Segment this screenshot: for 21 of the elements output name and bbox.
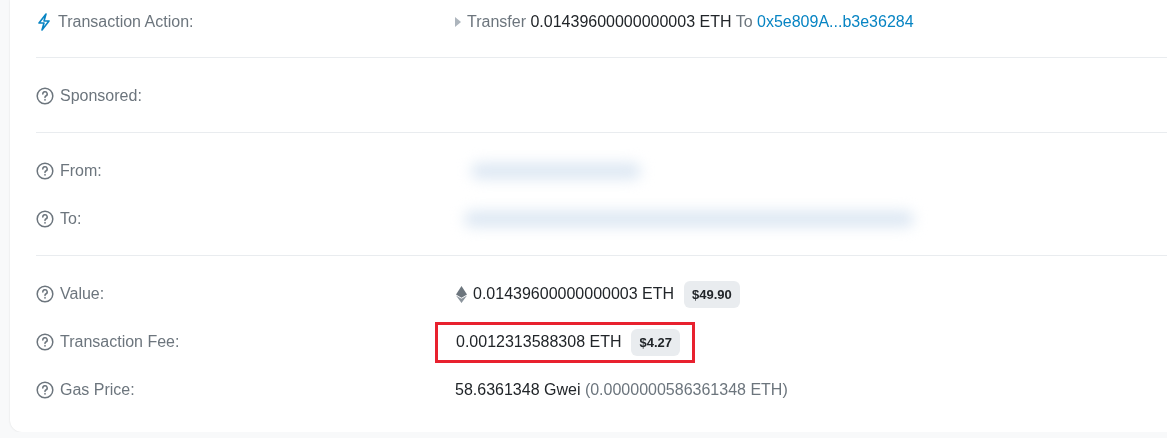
usd-value: $49.90 xyxy=(684,280,740,308)
action-text: Transfer 0.01439600000000003 ETH To 0x5e809A...b3e36284 xyxy=(467,13,914,31)
help-icon[interactable] xyxy=(36,285,54,303)
amount-text: 0.01439600000000003 ETH xyxy=(473,285,675,303)
gas-price-text: 58.6361348 Gwei (0.0000000586361348 ETH) xyxy=(455,381,788,399)
field-label: Transaction Fee: xyxy=(60,333,180,351)
help-icon[interactable] xyxy=(36,210,54,228)
help-icon[interactable] xyxy=(36,381,54,399)
field-label: Gas Price: xyxy=(60,381,135,399)
field-label: From: xyxy=(60,162,102,180)
help-icon[interactable] xyxy=(36,333,54,351)
lightning-icon xyxy=(36,13,52,31)
field-label: To: xyxy=(60,210,82,228)
address-link[interactable]: 0x5e809A...b3e36284 xyxy=(757,13,914,30)
usd-value: $4.27 xyxy=(631,328,680,356)
field-label: Transaction Action: xyxy=(58,13,194,31)
amount-text: 0.0012313588308 ETH xyxy=(456,333,622,351)
field-label: Value: xyxy=(60,285,105,303)
help-icon[interactable] xyxy=(36,162,54,180)
field-label: Sponsored: xyxy=(60,87,142,105)
help-icon[interactable] xyxy=(36,87,54,105)
